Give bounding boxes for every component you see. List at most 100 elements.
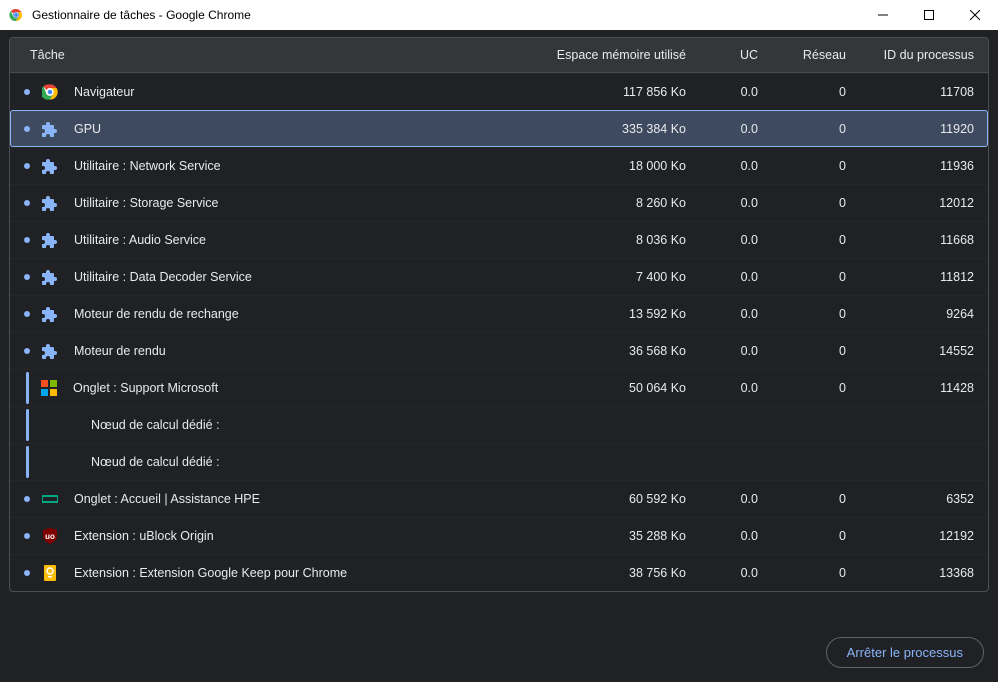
pid-value: 11668 <box>846 233 974 247</box>
table-row[interactable]: Nœud de calcul dédié : <box>10 443 988 480</box>
task-name: Moteur de rendu <box>68 344 516 358</box>
network-value: 0 <box>758 159 846 173</box>
memory-value: 13 592 Ko <box>516 307 686 321</box>
hpe-icon <box>42 491 58 507</box>
ublock-icon <box>42 528 58 544</box>
cpu-value: 0.0 <box>686 492 758 506</box>
keep-icon <box>42 565 58 581</box>
row-bullet <box>24 200 30 206</box>
network-value: 0 <box>758 122 846 136</box>
memory-value: 117 856 Ko <box>516 85 686 99</box>
window-title: Gestionnaire de tâches - Google Chrome <box>32 8 251 22</box>
table-row[interactable]: Utilitaire : Network Service18 000 Ko0.0… <box>10 147 988 184</box>
memory-value: 35 288 Ko <box>516 529 686 543</box>
pid-value: 6352 <box>846 492 974 506</box>
network-value: 0 <box>758 492 846 506</box>
table-row[interactable]: Onglet : Support Microsoft50 064 Ko0.001… <box>10 369 988 406</box>
memory-value: 36 568 Ko <box>516 344 686 358</box>
col-header-pid[interactable]: ID du processus <box>846 48 974 62</box>
tree-indicator <box>26 446 29 478</box>
close-button[interactable] <box>952 0 998 30</box>
pid-value: 12012 <box>846 196 974 210</box>
ms-icon <box>41 380 57 396</box>
pid-value: 12192 <box>846 529 974 543</box>
row-bullet <box>24 496 30 502</box>
cpu-value: 0.0 <box>686 529 758 543</box>
cpu-value: 0.0 <box>686 381 758 395</box>
puzzle-icon <box>42 121 58 137</box>
network-value: 0 <box>758 233 846 247</box>
titlebar-left: Gestionnaire de tâches - Google Chrome <box>8 7 251 23</box>
row-bullet <box>24 126 30 132</box>
memory-value: 38 756 Ko <box>516 566 686 580</box>
network-value: 0 <box>758 566 846 580</box>
task-name: Onglet : Accueil | Assistance HPE <box>68 492 516 506</box>
pid-value: 13368 <box>846 566 974 580</box>
puzzle-icon <box>42 343 58 359</box>
col-header-cpu[interactable]: UC <box>686 48 758 62</box>
task-name: Utilitaire : Audio Service <box>68 233 516 247</box>
pid-value: 14552 <box>846 344 974 358</box>
pid-value: 11812 <box>846 270 974 284</box>
minimize-button[interactable] <box>860 0 906 30</box>
cpu-value: 0.0 <box>686 122 758 136</box>
memory-value: 60 592 Ko <box>516 492 686 506</box>
task-name: Nœud de calcul dédié : <box>85 418 516 432</box>
pid-value: 11428 <box>846 381 974 395</box>
memory-value: 335 384 Ko <box>516 122 686 136</box>
puzzle-icon <box>42 269 58 285</box>
task-name: GPU <box>68 122 516 136</box>
pid-value: 9264 <box>846 307 974 321</box>
table-row[interactable]: Moteur de rendu36 568 Ko0.0014552 <box>10 332 988 369</box>
row-bullet <box>24 533 30 539</box>
puzzle-icon <box>42 306 58 322</box>
row-bullet <box>24 348 30 354</box>
memory-value: 50 064 Ko <box>516 381 686 395</box>
puzzle-icon <box>42 195 58 211</box>
pid-value: 11920 <box>846 122 974 136</box>
table-row[interactable]: Utilitaire : Data Decoder Service7 400 K… <box>10 258 988 295</box>
cpu-value: 0.0 <box>686 344 758 358</box>
task-name: Navigateur <box>68 85 516 99</box>
table-row[interactable]: Moteur de rendu de rechange13 592 Ko0.00… <box>10 295 988 332</box>
memory-value: 7 400 Ko <box>516 270 686 284</box>
table-row[interactable]: Utilitaire : Storage Service8 260 Ko0.00… <box>10 184 988 221</box>
network-value: 0 <box>758 85 846 99</box>
pid-value: 11708 <box>846 85 974 99</box>
tree-indicator <box>26 372 29 404</box>
table-header: Tâche Espace mémoire utilisé UC Réseau I… <box>10 38 988 73</box>
task-name: Onglet : Support Microsoft <box>67 381 516 395</box>
row-bullet <box>24 163 30 169</box>
task-name: Utilitaire : Data Decoder Service <box>68 270 516 284</box>
maximize-button[interactable] <box>906 0 952 30</box>
end-process-button[interactable]: Arrêter le processus <box>826 637 984 668</box>
window-controls <box>860 0 998 30</box>
chrome-icon <box>8 7 24 23</box>
network-value: 0 <box>758 270 846 284</box>
table-row[interactable]: Nœud de calcul dédié : <box>10 406 988 443</box>
table-row[interactable]: Onglet : Accueil | Assistance HPE60 592 … <box>10 480 988 517</box>
row-bullet <box>24 274 30 280</box>
table-row[interactable]: Navigateur117 856 Ko0.0011708 <box>10 73 988 110</box>
network-value: 0 <box>758 307 846 321</box>
window-titlebar: Gestionnaire de tâches - Google Chrome <box>0 0 998 30</box>
col-header-memory[interactable]: Espace mémoire utilisé <box>516 48 686 62</box>
task-name: Extension : Extension Google Keep pour C… <box>68 566 516 580</box>
col-header-task[interactable]: Tâche <box>24 48 516 62</box>
memory-value: 18 000 Ko <box>516 159 686 173</box>
row-bullet <box>24 311 30 317</box>
table-row[interactable]: Extension : uBlock Origin35 288 Ko0.0012… <box>10 517 988 554</box>
table-row[interactable]: Extension : Extension Google Keep pour C… <box>10 554 988 591</box>
table-row[interactable]: Utilitaire : Audio Service8 036 Ko0.0011… <box>10 221 988 258</box>
none-icon <box>59 454 75 470</box>
tree-indicator <box>26 409 29 441</box>
row-bullet <box>24 237 30 243</box>
col-header-network[interactable]: Réseau <box>758 48 846 62</box>
pid-value: 11936 <box>846 159 974 173</box>
cpu-value: 0.0 <box>686 307 758 321</box>
cpu-value: 0.0 <box>686 566 758 580</box>
row-bullet <box>24 89 30 95</box>
table-row[interactable]: GPU335 384 Ko0.0011920 <box>10 110 988 147</box>
puzzle-icon <box>42 232 58 248</box>
cpu-value: 0.0 <box>686 159 758 173</box>
